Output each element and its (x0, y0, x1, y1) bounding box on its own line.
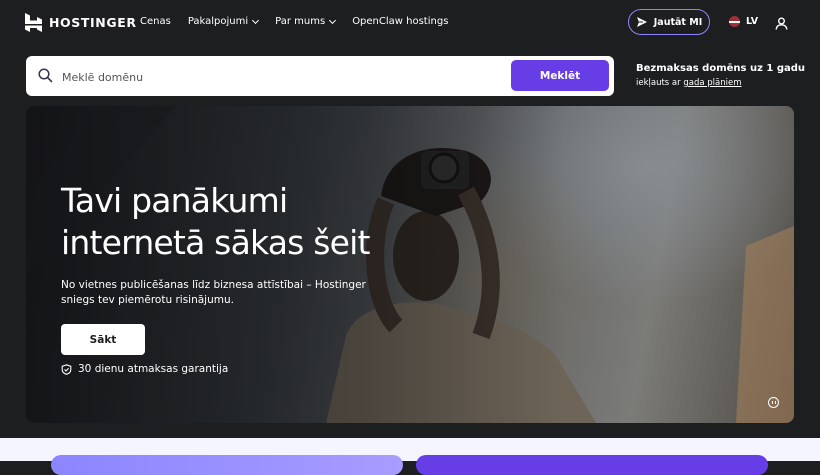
language-label: LV (746, 16, 759, 27)
top-navigation: HOSTINGER Cenas Pakalpojumi Par mums Ope… (0, 0, 820, 46)
hero-banner: Tavi panākumi internetā sākas šeit No vi… (26, 106, 794, 423)
ask-ai-label: Jautāt MI (653, 16, 703, 28)
nav-item-about[interactable]: Par mums (275, 16, 337, 27)
search-button[interactable]: Meklēt (511, 60, 609, 91)
user-icon (775, 17, 788, 30)
nav-item-pricing[interactable]: Cenas (140, 16, 171, 27)
nav-item-openclaw[interactable]: OpenClaw hostings (352, 16, 448, 27)
money-back-guarantee: 30 dienu atmaksas garantija (61, 363, 228, 375)
hostinger-logo-icon (25, 13, 42, 32)
promo-title: Bezmaksas domēns uz 1 gadu (636, 63, 806, 74)
hero-overlay (26, 106, 794, 423)
nav-item-services[interactable]: Pakalpojumi (188, 16, 260, 27)
chevron-down-icon (252, 16, 260, 24)
free-domain-promo: Bezmaksas domēns uz 1 gadu iekļauts ar g… (636, 63, 805, 88)
account-button[interactable] (775, 15, 788, 34)
main-nav: Cenas Pakalpojumi Par mums OpenClaw host… (140, 16, 448, 27)
domain-search-box: Meklēt (26, 56, 614, 96)
chevron-down-icon (329, 16, 337, 24)
hostinger-logo[interactable]: HOSTINGER (25, 13, 137, 32)
shield-check-icon (61, 363, 72, 375)
guarantee-text: 30 dienu atmaksas garantija (78, 363, 229, 375)
promo-card-2 (416, 455, 768, 475)
hero-description: No vietnes publicēšanas līdz biznesa att… (61, 279, 366, 306)
hero-title: Tavi panākumi internetā sākas šeit (61, 181, 370, 262)
promo-card-1 (51, 455, 403, 475)
logo-text: HOSTINGER (49, 15, 137, 30)
search-icon (38, 68, 53, 83)
annual-plans-link[interactable]: gada plāniem (683, 78, 741, 88)
sparkle-send-icon (636, 17, 647, 27)
pause-icon[interactable] (768, 397, 779, 408)
start-button[interactable]: Sākt (61, 324, 145, 355)
domain-search-input[interactable] (60, 65, 524, 89)
promo-subtitle: iekļauts ar gada plāniem (636, 78, 742, 88)
ask-ai-button[interactable]: Jautāt MI (628, 9, 710, 35)
language-selector[interactable]: LV (729, 16, 758, 27)
latvia-flag-icon (729, 16, 740, 27)
